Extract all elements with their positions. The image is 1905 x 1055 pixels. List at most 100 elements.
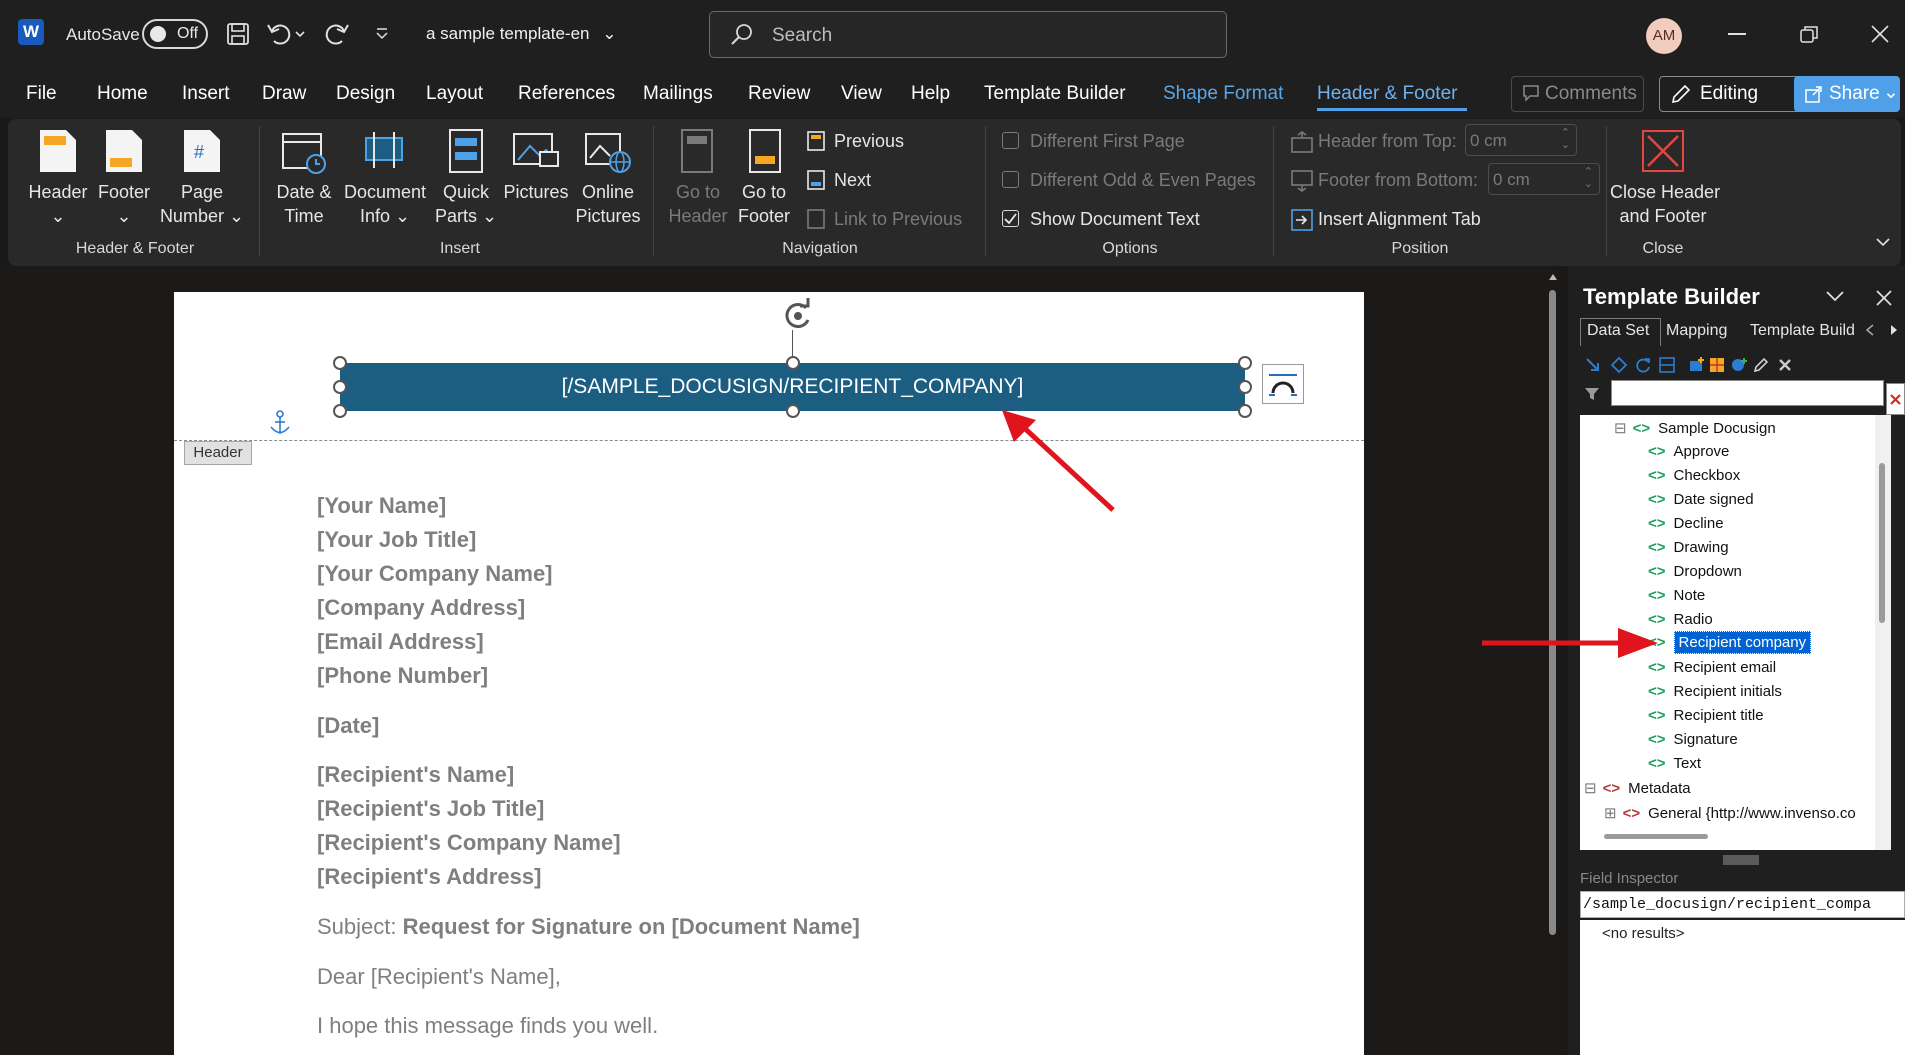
tree-node-field[interactable]: <> Text	[1648, 755, 1701, 772]
tree-node-field[interactable]: <> Signature	[1648, 731, 1738, 748]
tab-template-builder[interactable]: Template Builder	[984, 83, 1126, 105]
tab-layout[interactable]: Layout	[426, 83, 483, 105]
splitter-handle[interactable]	[1723, 855, 1759, 865]
resize-handle[interactable]	[1238, 380, 1252, 394]
scroll-thumb[interactable]	[1549, 290, 1556, 935]
condition-icon[interactable]	[1610, 356, 1628, 374]
link-to-previous-button[interactable]: Link to Previous	[834, 207, 962, 231]
repeat-icon[interactable]	[1634, 356, 1652, 374]
tab-insert[interactable]: Insert	[182, 83, 230, 105]
date-time-button[interactable]: Date & Time	[268, 180, 340, 228]
document-title[interactable]: a sample template-en ⌄	[426, 24, 616, 44]
comments-button[interactable]: Comments	[1511, 76, 1644, 112]
tree-node-field[interactable]: <> Approve	[1648, 443, 1729, 460]
tab-view[interactable]: View	[841, 83, 882, 105]
insert-alignment-tab-button[interactable]: Insert Alignment Tab	[1318, 207, 1481, 231]
tree-node-general[interactable]: ⊞ <> General {http://www.invenso.co	[1604, 804, 1856, 822]
quick-parts-button[interactable]: Quick Parts ⌄	[432, 180, 500, 228]
previous-button[interactable]: Previous	[834, 129, 904, 153]
tab-template-build[interactable]: Template Build	[1750, 322, 1855, 340]
tree-node-field[interactable]: <> Checkbox	[1648, 467, 1740, 484]
tree-node-field[interactable]: <> Recipient email	[1648, 659, 1776, 676]
redo-icon[interactable]	[324, 21, 350, 47]
filter-input[interactable]	[1611, 380, 1884, 406]
add-data-icon[interactable]	[1688, 356, 1706, 374]
tree-node-field[interactable]: <> Drawing	[1648, 539, 1729, 556]
tab-draw[interactable]: Draw	[262, 83, 306, 105]
tree-node-field[interactable]: <> Decline	[1648, 515, 1724, 532]
tree-node-selected[interactable]: <> Recipient company	[1648, 631, 1812, 654]
online-pictures-button[interactable]: Online Pictures	[570, 180, 646, 228]
close-window-icon[interactable]	[1871, 25, 1889, 43]
editing-button[interactable]: Editing ⌄	[1659, 76, 1815, 112]
header-from-top-input[interactable]: 0 cm ⌃ ⌄	[1465, 124, 1577, 156]
tab-shape-format[interactable]: Shape Format	[1163, 83, 1283, 105]
customize-toolbar-icon[interactable]	[374, 26, 390, 40]
go-to-footer-button[interactable]: Go to Footer	[728, 180, 800, 228]
resize-handle[interactable]	[1238, 356, 1252, 370]
next-button[interactable]: Next	[834, 168, 871, 192]
grid-icon[interactable]	[1708, 356, 1726, 374]
share-button[interactable]: Share ⌄	[1794, 76, 1900, 112]
resize-handle[interactable]	[333, 380, 347, 394]
delete-icon[interactable]	[1776, 356, 1794, 374]
resize-handle[interactable]	[333, 404, 347, 418]
minimize-icon[interactable]	[1728, 33, 1746, 35]
tree-node-field[interactable]: <> Radio	[1648, 611, 1713, 628]
tree-hscroll-thumb[interactable]	[1604, 834, 1708, 839]
collapse-ribbon-icon[interactable]	[1875, 236, 1891, 248]
different-odd-even-checkbox[interactable]	[1002, 171, 1019, 188]
tree-scrollbar[interactable]	[1875, 415, 1891, 850]
save-icon[interactable]	[226, 22, 250, 46]
tab-scroll-right-icon[interactable]	[1890, 324, 1898, 336]
autosave-toggle[interactable]: Off	[142, 19, 208, 49]
close-header-footer-button[interactable]: Close Header and Footer	[1610, 180, 1720, 228]
tree-node-field[interactable]: <> Date signed	[1648, 491, 1754, 508]
undo-icon[interactable]	[266, 21, 306, 47]
tab-scroll-left-icon[interactable]	[1866, 324, 1874, 336]
document-scrollbar[interactable]	[1545, 272, 1559, 1055]
go-to-header-button[interactable]: Go to Header	[662, 180, 734, 228]
document-info-button[interactable]: Document Info ⌄	[340, 180, 430, 228]
tree-node-field[interactable]: <> Note	[1648, 587, 1705, 604]
tab-references[interactable]: References	[518, 83, 615, 105]
header-button[interactable]: Header ⌄	[26, 180, 90, 228]
tree-node-metadata[interactable]: ⊟ <> Metadata	[1584, 779, 1691, 797]
layout-options-button[interactable]	[1262, 364, 1304, 404]
xpath-field[interactable]: /sample_docusign/recipient_compa	[1580, 891, 1905, 918]
tree-node-field[interactable]: <> Recipient initials	[1648, 683, 1782, 700]
page-number-button[interactable]: Page Number ⌄	[156, 180, 248, 228]
footer-button[interactable]: Footer ⌄	[92, 180, 156, 228]
resize-handle[interactable]	[333, 356, 347, 370]
tab-design[interactable]: Design	[336, 83, 395, 105]
avatar[interactable]: AM	[1646, 18, 1682, 54]
add-variable-icon[interactable]	[1730, 356, 1748, 374]
clear-filter-button[interactable]	[1886, 383, 1905, 415]
pane-options-icon[interactable]	[1825, 290, 1845, 302]
pane-close-icon[interactable]	[1876, 290, 1892, 306]
tab-header-footer[interactable]: Header & Footer	[1317, 83, 1457, 105]
footer-from-bottom-input[interactable]: 0 cm ⌃ ⌄	[1488, 163, 1600, 195]
tab-mailings[interactable]: Mailings	[643, 83, 713, 105]
show-document-text-checkbox[interactable]	[1002, 210, 1019, 227]
rotate-handle-icon[interactable]	[778, 296, 818, 336]
edit-icon[interactable]	[1752, 356, 1770, 374]
tree-node-field[interactable]: <> Dropdown	[1648, 563, 1742, 580]
pictures-button[interactable]: Pictures	[498, 180, 574, 204]
insert-field-icon[interactable]	[1584, 356, 1602, 374]
resize-handle[interactable]	[786, 404, 800, 418]
tab-help[interactable]: Help	[911, 83, 950, 105]
tab-data-set[interactable]: Data Set	[1587, 322, 1649, 340]
resize-handle[interactable]	[1238, 404, 1252, 418]
tab-file[interactable]: File	[26, 83, 57, 105]
search-box[interactable]: Search	[709, 11, 1227, 58]
table-icon[interactable]	[1658, 356, 1676, 374]
tree-node-field[interactable]: <> Recipient title	[1648, 707, 1764, 724]
tab-mapping[interactable]: Mapping	[1666, 322, 1727, 340]
tree-node-root[interactable]: ⊟ <> Sample Docusign	[1614, 419, 1776, 437]
restore-icon[interactable]	[1800, 25, 1820, 43]
tab-home[interactable]: Home	[97, 83, 148, 105]
different-first-page-checkbox[interactable]	[1002, 132, 1019, 149]
tab-review[interactable]: Review	[748, 83, 810, 105]
tree-scroll-thumb[interactable]	[1879, 463, 1885, 623]
